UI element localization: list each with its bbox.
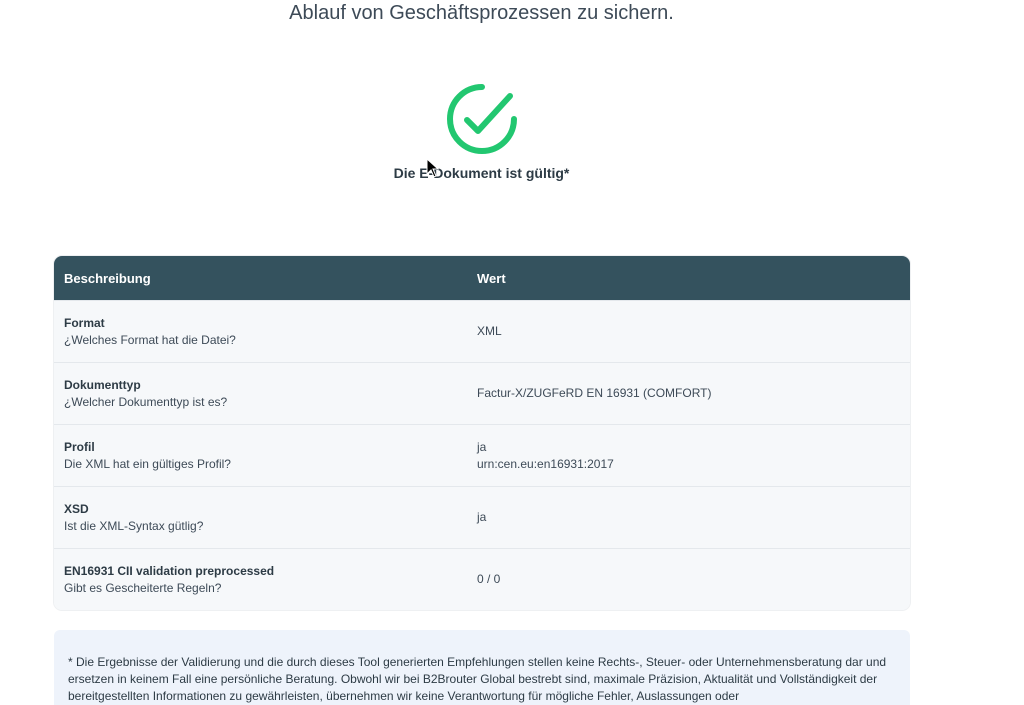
table-row: Dokumenttyp ¿Welcher Dokumenttyp ist es?… [54,362,910,424]
row-name: Format [64,315,105,330]
validation-result-table: Beschreibung Wert Format ¿Welches Format… [54,256,910,610]
row-value: XML [477,324,502,338]
row-value: 0 / 0 [477,572,501,586]
row-value: ja [477,439,487,454]
row-question: ¿Welcher Dokumenttyp ist es? [64,394,228,409]
row-name: Dokumenttyp [64,377,141,392]
disclaimer-text: * Die Ergebnisse der Validierung und die… [68,655,887,703]
row-value: Factur-X/ZUGFeRD EN 16931 (COMFORT) [477,386,712,400]
column-header-value: Wert [477,270,506,286]
column-header-description: Beschreibung [64,270,151,286]
table-row: XSD Ist die XML-Syntax gütlig? ja [54,486,910,548]
row-question: Die XML hat ein gültiges Profil? [64,456,231,471]
row-question: Ist die XML-Syntax gütlig? [64,518,204,533]
table-row: Profil Die XML hat ein gültiges Profil? … [54,424,910,486]
row-question: ¿Welches Format hat die Datei? [64,332,236,347]
disclaimer-box: * Die Ergebnisse der Validierung und die… [54,630,910,705]
row-value: ja [477,510,487,524]
table-row: EN16931 CII validation preprocessed Gibt… [54,548,910,610]
row-name: XSD [64,501,89,516]
intro-text: Ablauf von Geschäftsprozessen zu sichern… [289,2,674,24]
validation-result-page: Ablauf von Geschäftsprozessen zu sichern… [0,0,1024,705]
table-row: Format ¿Welches Format hat die Datei? XM… [54,300,910,362]
check-circle-icon [447,84,517,154]
row-name: Profil [64,439,95,454]
row-question: Gibt es Gescheiterte Regeln? [64,580,222,595]
row-name: EN16931 CII validation preprocessed [64,563,275,578]
validation-status-text: Die E-Dokument ist gültig* [393,165,570,181]
mouse-cursor-icon [426,158,440,178]
table-header: Beschreibung Wert [54,256,910,300]
row-value-secondary: urn:cen.eu:en16931:2017 [477,456,614,471]
